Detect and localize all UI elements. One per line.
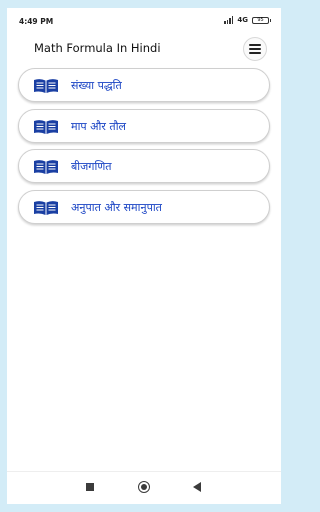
phone-screen: 4:49 PM 4G 95 Math Formula In Hindi संख्…	[7, 8, 281, 504]
home-icon[interactable]	[138, 481, 150, 493]
open-book-icon	[34, 200, 58, 215]
open-book-icon	[34, 79, 58, 93]
back-icon[interactable]	[193, 482, 201, 492]
app-title: Math Formula In Hindi	[34, 41, 161, 55]
topic-label: माप और तौल	[71, 119, 126, 133]
open-book-icon	[34, 160, 58, 174]
topic-list: संख्या पद्धति माप और तौल बीजगणित अनुपात …	[18, 68, 270, 230]
topic-item-algebra[interactable]: बीजगणित	[18, 149, 270, 183]
network-label: 4G	[237, 16, 248, 24]
topic-item-measurement[interactable]: माप और तौल	[18, 108, 270, 143]
status-indicators: 4G 95	[224, 16, 271, 24]
system-nav-bar	[7, 471, 281, 504]
signal-icon	[224, 16, 234, 24]
topic-label: बीजगणित	[71, 160, 112, 173]
app-bar: Math Formula In Hindi	[7, 34, 281, 64]
status-bar: 4:49 PM 4G 95	[7, 8, 281, 34]
topic-label: संख्या पद्धति	[71, 79, 122, 92]
topic-label: अनुपात और समानुपात	[71, 200, 162, 214]
battery-icon: 95	[252, 16, 271, 24]
topic-item-number-system[interactable]: संख्या पद्धति	[18, 68, 270, 102]
status-time: 4:49 PM	[19, 17, 54, 26]
recent-apps-icon[interactable]	[86, 483, 94, 491]
open-book-icon	[34, 119, 58, 134]
topic-item-ratio-proportion[interactable]: अनुपात और समानुपात	[18, 189, 270, 224]
hamburger-menu-icon[interactable]	[243, 37, 267, 61]
